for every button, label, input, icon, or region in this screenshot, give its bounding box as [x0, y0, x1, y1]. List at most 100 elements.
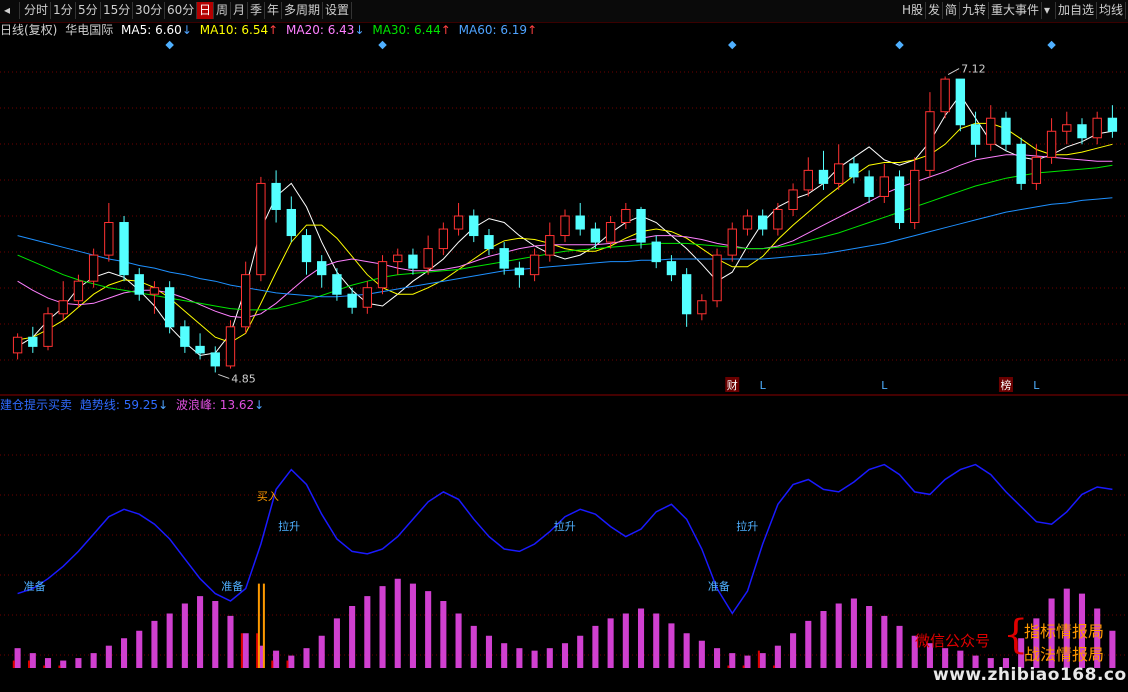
indicator-status-bar: 建仓提示买卖 趋势线: 59.25↓ 波浪峰: 13.62↓	[0, 397, 268, 413]
low-label: 4.85	[231, 372, 256, 385]
candle-body	[834, 163, 844, 184]
candle-body	[28, 336, 38, 347]
candle-body	[73, 280, 84, 302]
site-url: www.zhibiao168.com	[933, 665, 1128, 685]
kline-chart: 7.12 4.85 财 L L 榜 L 准备 准备 买入拉升 拉升准备 拉升	[0, 40, 1128, 668]
candle-body	[590, 228, 601, 243]
candle-body	[301, 235, 312, 263]
candle-body	[742, 215, 753, 230]
candle-body	[241, 274, 251, 328]
ready-label: 准备	[708, 579, 730, 593]
candle-body	[271, 182, 281, 210]
marker-label: 财	[727, 378, 738, 392]
diamond-marker-icon	[1047, 40, 1056, 50]
watermark-line1: 指标情报局	[1024, 622, 1105, 641]
candle-body	[225, 326, 236, 367]
candle-body	[317, 261, 327, 276]
candle-body	[666, 261, 677, 276]
candle-body	[149, 287, 160, 295]
candle-body	[621, 208, 631, 224]
candle-body	[180, 326, 190, 347]
candle-body	[286, 208, 296, 237]
candle-body	[1107, 117, 1118, 132]
diamond-marker-icon	[895, 40, 904, 50]
candle-body	[134, 274, 144, 295]
wechat-label: 微信公众号	[915, 632, 991, 650]
candle-body	[697, 300, 707, 315]
candle-body	[1062, 124, 1072, 132]
candle-body	[529, 254, 540, 276]
candle-body	[818, 169, 829, 184]
marker-label: L	[881, 379, 888, 392]
candle-body	[803, 169, 813, 191]
rise-label: 拉升	[278, 519, 300, 533]
candle-body	[469, 215, 479, 237]
candle-body	[788, 189, 798, 210]
candle-body	[164, 287, 175, 328]
indicator-name: 建仓提示买卖	[0, 398, 73, 412]
candle-body	[104, 222, 114, 256]
buy-label: 买入	[257, 490, 279, 503]
candle-body	[925, 111, 935, 171]
candle-body	[514, 267, 525, 276]
candle-body	[438, 228, 449, 250]
candle-body	[58, 300, 68, 315]
candle-body	[195, 345, 205, 354]
candle-body	[393, 254, 403, 263]
candle-body	[970, 124, 981, 145]
candle-body	[712, 254, 722, 302]
candle-body	[347, 293, 357, 308]
candle-body	[453, 215, 464, 230]
candle-body	[773, 208, 783, 230]
candle-body	[484, 235, 494, 250]
candle-body	[575, 215, 585, 230]
rise-label: 拉升	[736, 519, 758, 533]
rise-label: 拉升	[554, 519, 576, 533]
candle-body	[940, 78, 950, 113]
candle-body	[757, 215, 768, 230]
candle-body	[910, 169, 920, 224]
diamond-marker-icon	[728, 40, 737, 50]
candle-body	[560, 215, 570, 237]
marker-label: 榜	[1000, 378, 1011, 392]
candle-body	[1092, 117, 1102, 139]
candle-body	[1001, 117, 1011, 145]
candle-body	[12, 336, 23, 354]
candle-body	[88, 254, 99, 282]
high-pointer	[947, 68, 960, 75]
candle-body	[362, 287, 373, 308]
candle-body	[119, 222, 129, 276]
candle-body	[545, 235, 555, 256]
candle-body	[43, 313, 53, 347]
candle-body	[256, 182, 266, 276]
trend-readout: 趋势线: 59.25↓	[79, 398, 169, 412]
candle-body	[894, 176, 905, 224]
candle-body	[605, 222, 616, 243]
ready-label: 准备	[221, 579, 243, 593]
candle-body	[377, 261, 388, 289]
candle-body	[210, 352, 220, 367]
candle-body	[636, 208, 646, 243]
candle-body	[408, 254, 418, 269]
diamond-marker-icon	[378, 40, 387, 50]
candle-body	[332, 274, 342, 295]
watermark-line2: 战法情报局	[1024, 645, 1105, 664]
marker-label: L	[1033, 379, 1040, 392]
trend-line	[17, 463, 1113, 615]
candle-body	[864, 176, 874, 197]
candle-body	[727, 228, 737, 256]
candle-body	[879, 176, 889, 197]
ready-label: 准备	[24, 579, 46, 593]
candle-body	[681, 274, 692, 315]
candle-body	[1016, 143, 1026, 184]
candle-body	[423, 248, 433, 269]
candle-body	[1031, 156, 1042, 184]
candle-body	[651, 241, 661, 263]
candle-body	[986, 117, 996, 145]
candle-body	[499, 248, 509, 269]
diamond-marker-icon	[165, 40, 174, 50]
candle-body	[1046, 130, 1057, 158]
high-label: 7.12	[961, 63, 986, 76]
candle-body	[1077, 124, 1087, 139]
candle-body	[955, 78, 966, 126]
